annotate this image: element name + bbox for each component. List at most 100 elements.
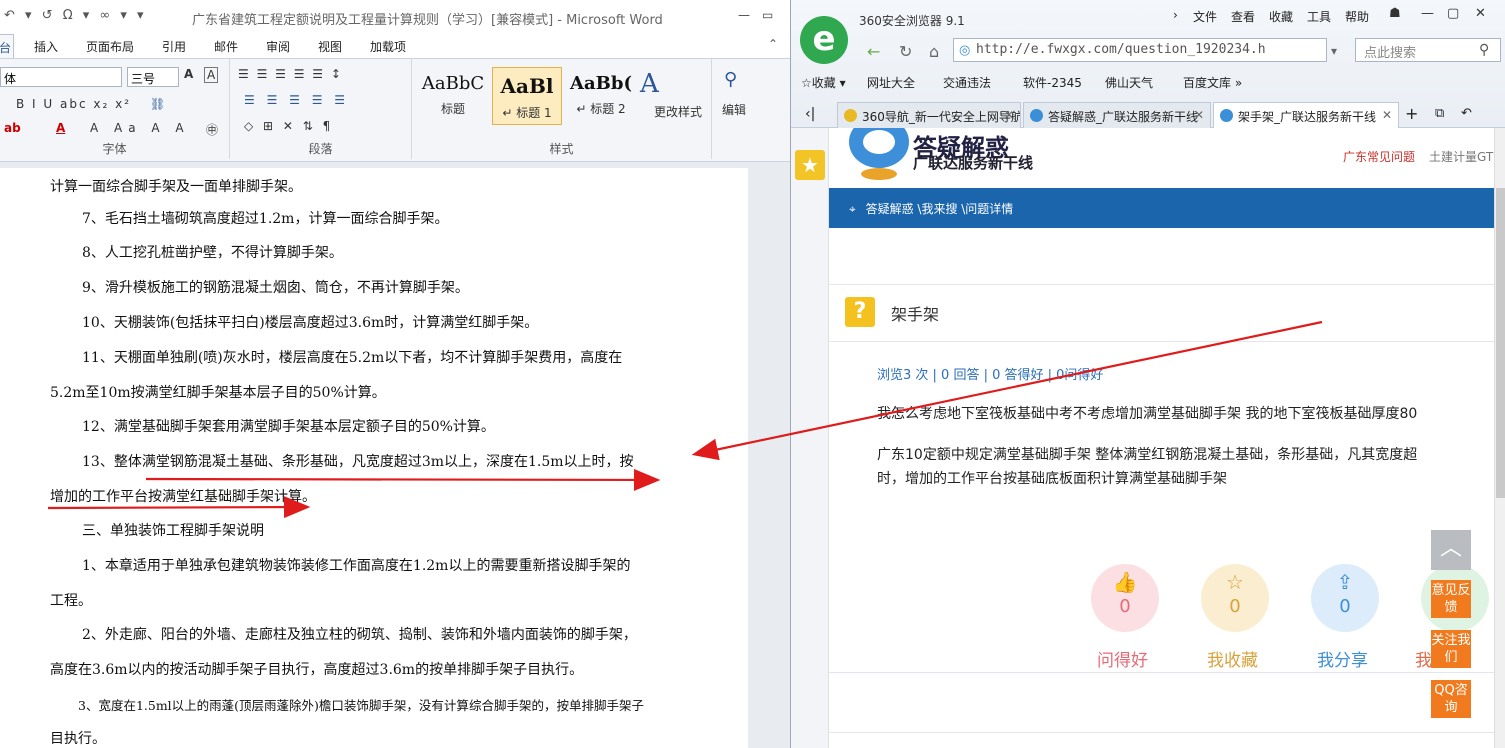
favorite-count: 0 <box>1229 596 1241 617</box>
clear-format-icon[interactable]: A <box>204 67 219 83</box>
question-mark-icon: ? <box>845 297 875 327</box>
document-page[interactable]: 计算一面综合脚手架及一面单排脚手架。 7、毛石挡土墙砌筑高度超过1.2m，计算一… <box>0 168 748 748</box>
favorite-star-icon[interactable]: ★ <box>795 150 825 180</box>
breadcrumb[interactable]: 答疑解惑 \我来搜 \问题详情 <box>866 202 1014 216</box>
browser-close-button[interactable]: ✕ <box>1475 6 1486 21</box>
site-security-icon: ◎ <box>959 43 971 58</box>
menu-help[interactable]: 帮助 <box>1345 8 1369 25</box>
home-icon[interactable]: ⌂ <box>929 42 939 61</box>
menu-view[interactable]: 查看 <box>1231 8 1255 25</box>
grow-font-icon[interactable]: A <box>184 67 193 81</box>
bookmark-software[interactable]: 软件-2345 <box>1023 74 1082 91</box>
page-scrollbar[interactable] <box>1494 128 1505 748</box>
align-buttons[interactable]: ☰ ☰ ☰ ☰ ☰ <box>244 93 349 107</box>
feedback-button[interactable]: 意见反馈 <box>1431 580 1471 618</box>
word-minimize-button[interactable]: — <box>738 8 750 22</box>
doc-line: 高度在3.6m以内的按活动脚手架子目执行，高度超过3.6m的按单排脚手架子目执行… <box>50 662 584 678</box>
tab-mailings[interactable]: 邮件 <box>214 38 238 55</box>
tab-references[interactable]: 引用 <box>162 38 186 55</box>
change-styles-button[interactable]: 更改样式 <box>654 103 702 120</box>
styles-group: AaBbC 标题 AaBl ↵ 标题 1 AaBb( ↵ 标题 2 A 更改样式… <box>412 59 712 159</box>
favorite-button[interactable]: ☆ 0 <box>1201 564 1269 632</box>
tab-review[interactable]: 审阅 <box>266 38 290 55</box>
list-buttons[interactable]: ☰ ☰ ☰ ☰ ☰ ↕ <box>238 67 343 81</box>
site-logo[interactable]: 答疑解惑 广联达服务新干线 <box>839 116 1099 184</box>
menu-tools[interactable]: 工具 <box>1307 8 1331 25</box>
browser-minimize-button[interactable]: — <box>1421 6 1434 21</box>
page-content: ★ 答疑解惑 广联达服务新干线 广东常见问题 土建计量GT ⌖ 答疑解惑 \我来… <box>791 116 1505 748</box>
style-heading-2-name: ↵ 标题 2 <box>576 102 626 116</box>
quick-access-toolbar[interactable]: ↶ ▾ ↺ Ω ▾ ∞ ▾ ▾ <box>4 8 147 23</box>
tab-close-icon[interactable]: ✕ <box>1382 108 1392 122</box>
doc-line: 计算一面综合脚手架及一面单排脚手架。 <box>50 179 302 195</box>
address-bar[interactable]: http://e.fwxgx.com/question_1920234.h <box>953 38 1327 62</box>
binoculars-icon: ⚲ <box>724 69 738 90</box>
bookmark-site-directory[interactable]: 网址大全 <box>867 74 915 91</box>
thumbs-up-icon: 👍 <box>1112 570 1138 594</box>
search-icon[interactable]: ⚲ <box>1479 42 1489 58</box>
back-icon[interactable]: ← <box>867 42 880 61</box>
doc-line: 2、外走廊、阳台的外墙、走廊柱及独立柱的砌筑、捣制、装饰和外墙内面装饰的脚手架， <box>82 627 637 643</box>
qq-consult-button[interactable]: QQ咨询 <box>1431 680 1471 718</box>
tab-jiashoujia[interactable]: 架手架_广联达服务新干线 ✕ <box>1213 102 1399 128</box>
tab-dayi[interactable]: 答疑解惑_广联达服务新干线 ✕ <box>1023 102 1211 128</box>
favorite-label: 我收藏 <box>1207 651 1258 671</box>
link-tujian-gt[interactable]: 土建计量GT <box>1429 148 1493 165</box>
paragraph-group-label: 段落 <box>308 142 333 156</box>
side-toolbar: ★ <box>791 128 829 748</box>
skin-icon[interactable]: ☗ <box>1389 6 1401 21</box>
change-styles-icon[interactable]: A <box>640 69 659 99</box>
font-name-box[interactable]: 体 <box>0 67 122 87</box>
word-maximize-button[interactable]: ▭ <box>762 8 773 22</box>
address-dropdown-icon[interactable]: ▾ <box>1331 44 1337 58</box>
style-title[interactable]: AaBbC 标题 <box>418 67 488 125</box>
tab-page-layout[interactable]: 页面布局 <box>86 38 134 55</box>
highlight-icon[interactable]: ab <box>4 121 21 135</box>
font-case-buttons[interactable]: A Aa A A <box>90 121 190 135</box>
new-tab-icon[interactable]: + <box>1405 104 1418 123</box>
share-count: 0 <box>1339 596 1351 617</box>
share-button[interactable]: ⇪ 0 <box>1311 564 1379 632</box>
tab-list-icon[interactable]: ⧉ <box>1435 106 1444 121</box>
question-body-line: 广东10定额中规定满堂基础脚手架 整体满堂红钢筋混凝土基础，条形基础，凡其宽度超 <box>877 447 1418 463</box>
like-button[interactable]: 👍 0 <box>1091 564 1159 632</box>
paragraph-group: ☰ ☰ ☰ ☰ ☰ ↕ ☰ ☰ ☰ ☰ ☰ ◇ ⊞ ✕ ⇅ ¶ 段落 <box>230 59 412 159</box>
tab-addins[interactable]: 加载项 <box>370 38 406 55</box>
doc-line: 增加的工作平台按满堂红基础脚手架计算。 <box>50 489 316 505</box>
style-heading-2-sample: AaBb( <box>570 73 632 94</box>
refresh-icon[interactable]: ↻ <box>899 42 912 61</box>
bookmark-weather[interactable]: 佛山天气 <box>1105 74 1153 91</box>
font-color-icon[interactable]: A <box>56 121 65 135</box>
tab-close-icon[interactable]: ✕ <box>1194 108 1204 122</box>
tab-360-nav[interactable]: 360导航_新一代安全上网导航 ✕ <box>837 102 1021 128</box>
border-sort-buttons[interactable]: ◇ ⊞ ✕ ⇅ ¶ <box>244 119 333 133</box>
text-effect-icon[interactable]: ⛓ <box>150 97 165 111</box>
font-size-box[interactable]: 三号 <box>127 67 179 87</box>
link-guangdong-faq[interactable]: 广东常见问题 <box>1343 148 1415 165</box>
tab-insert[interactable]: 插入 <box>34 38 58 55</box>
menu-favorites[interactable]: 收藏 <box>1269 8 1293 25</box>
bookmark-favorites[interactable]: ☆收藏 ▾ <box>801 74 846 91</box>
undo-close-tab-icon[interactable]: ↶ <box>1461 106 1472 121</box>
style-heading-1[interactable]: AaBl ↵ 标题 1 <box>492 67 562 125</box>
bookmark-baidu-wenku[interactable]: 百度文库 » <box>1183 74 1242 91</box>
editing-button[interactable]: 编辑 <box>722 101 746 118</box>
tab-close-icon[interactable]: ✕ <box>1004 108 1014 122</box>
browser-maximize-button[interactable]: ▢ <box>1447 6 1459 21</box>
font-style-buttons[interactable]: B I U abc x₂ x² <box>16 97 131 111</box>
doc-line: 13、整体满堂钢筋混凝土基础、条形基础，凡宽度超过3m以上，深度在1.5m以上时… <box>82 454 634 470</box>
style-heading-2[interactable]: AaBb( ↵ 标题 2 <box>566 67 636 125</box>
tab-view[interactable]: 视图 <box>318 38 342 55</box>
tab-home[interactable]: 台 <box>0 34 14 58</box>
follow-us-button[interactable]: 关注我们 <box>1431 630 1471 668</box>
ribbon: 体 三号 A A B I U abc x₂ x² ⛓ ab A A Aa A A… <box>0 58 790 162</box>
menu-more[interactable]: › <box>1173 8 1178 22</box>
scrollbar-thumb[interactable] <box>1496 188 1505 498</box>
menu-file[interactable]: 文件 <box>1193 8 1217 25</box>
ribbon-collapse-icon[interactable]: ⌃ <box>768 37 778 51</box>
enclose-char-icon[interactable]: ㊥ <box>206 121 218 138</box>
tab-scroll-left-icon[interactable]: ‹| <box>805 106 815 122</box>
divider <box>829 672 1505 673</box>
bookmark-traffic[interactable]: 交通违法 <box>943 74 991 91</box>
back-to-top-button[interactable]: ︿ <box>1431 530 1471 570</box>
